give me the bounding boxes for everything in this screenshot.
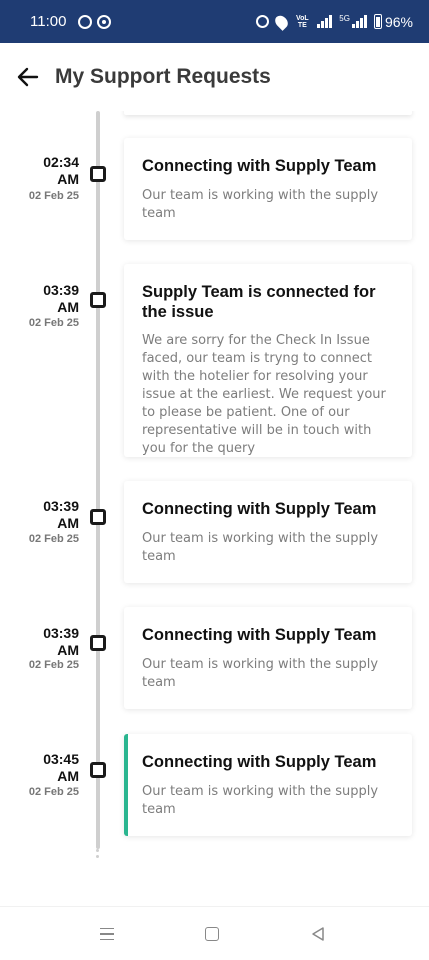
previous-card-edge: [124, 111, 412, 115]
event-time: 03:39 AM: [43, 498, 79, 531]
signal-icon-2: [351, 15, 367, 28]
event-description: Our team is working with the supply team: [142, 188, 379, 221]
event-title: Supply Team is connected for the issue: [142, 283, 376, 321]
home-icon: [205, 927, 219, 941]
system-back-button[interactable]: [303, 921, 333, 947]
event-card-active[interactable]: Connecting with Supply Team Our team is …: [124, 734, 412, 836]
event-time: 03:39 AM: [43, 282, 79, 315]
event-time: 03:45 AM: [43, 751, 79, 784]
status-time: 11:00: [30, 13, 67, 30]
whatsapp-icon: [78, 14, 93, 29]
call-icon: [97, 14, 112, 29]
event-card[interactable]: Connecting with Supply Team Our team is …: [124, 607, 412, 709]
event-title: Connecting with Supply Team: [142, 157, 377, 175]
status-notification-icons: [78, 14, 112, 29]
system-nav-bar: [0, 906, 429, 960]
timeline-node: [90, 635, 106, 651]
network-type: 5G: [339, 13, 350, 23]
support-request-timeline[interactable]: 02:34 AM 02 Feb 25 Connecting with Supply…: [0, 111, 429, 906]
timeline-node: [90, 762, 106, 778]
arrow-left-icon: [17, 67, 39, 87]
back-button[interactable]: [0, 47, 58, 107]
status-system-icons: VoLTE 5G 96%: [256, 12, 413, 31]
back-triangle-icon: [312, 927, 324, 941]
menu-icon: [100, 926, 114, 943]
alarm-icon: [256, 15, 270, 28]
event-description: Our team is working with the supply team: [142, 784, 379, 817]
event-card[interactable]: Supply Team is connected for the issue W…: [124, 264, 412, 457]
volte-icon: VoLTE: [295, 14, 309, 29]
event-time: 03:39 AM: [43, 625, 79, 658]
page-title: My Support Requests: [55, 65, 271, 88]
event-date: 02 Feb 25: [28, 190, 79, 202]
recent-apps-button[interactable]: [92, 921, 122, 947]
location-icon: [272, 12, 291, 31]
event-date: 02 Feb 25: [28, 786, 79, 798]
timeline-node: [90, 166, 106, 182]
event-description: Our team is working with the supply team: [142, 531, 379, 564]
event-title: Connecting with Supply Team: [142, 500, 377, 518]
event-date: 02 Feb 25: [28, 533, 79, 545]
event-time: 02:34 AM: [43, 154, 79, 187]
app-header: My Support Requests: [0, 43, 429, 111]
event-title: Connecting with Supply Team: [142, 753, 377, 771]
timeline-node: [90, 292, 106, 308]
battery-icon: [373, 14, 382, 29]
home-button[interactable]: [197, 921, 227, 947]
event-description: We are sorry for the Check In Issue face…: [142, 333, 386, 456]
timeline-continuation-dots: [96, 849, 100, 863]
event-card[interactable]: Connecting with Supply Team Our team is …: [124, 138, 412, 240]
timeline-line: [96, 111, 100, 849]
event-date: 02 Feb 25: [28, 659, 79, 671]
event-date: 02 Feb 25: [28, 317, 79, 329]
timeline-node: [90, 509, 106, 525]
battery-percent: 96%: [384, 13, 413, 30]
event-title: Connecting with Supply Team: [142, 626, 377, 644]
status-bar: 11:00 VoLTE 5G 96%: [0, 0, 429, 43]
signal-icon: [317, 15, 333, 28]
event-description: Our team is working with the supply team: [142, 657, 379, 690]
event-card[interactable]: Connecting with Supply Team Our team is …: [124, 481, 412, 583]
